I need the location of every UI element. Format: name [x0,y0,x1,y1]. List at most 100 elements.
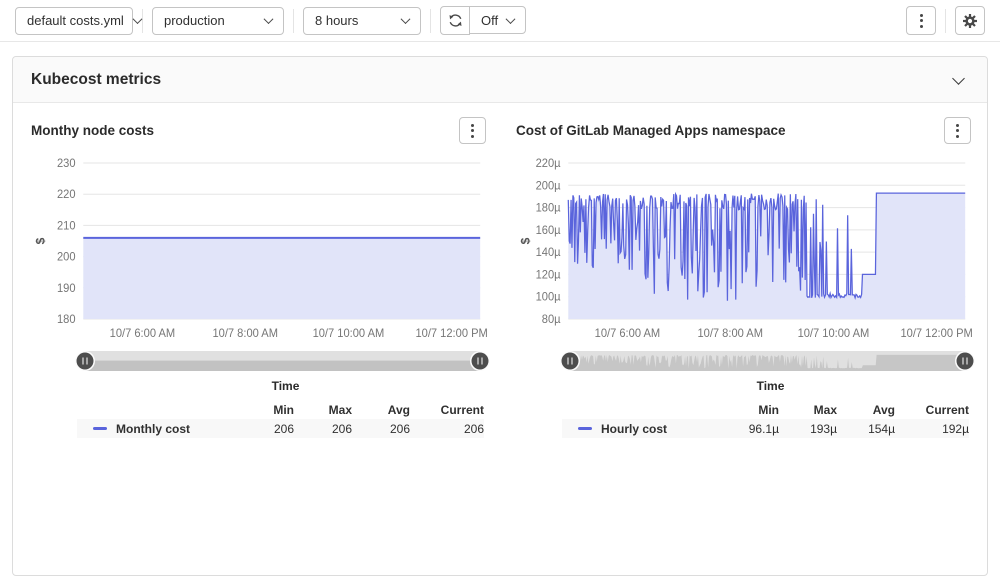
slider-handle-right[interactable] [472,353,489,370]
x-tick-label: 10/7 12:00 PM [415,328,487,340]
x-tick-label: 10/7 10:00 AM [313,328,385,340]
y-tick-label: 200 [57,251,76,263]
series-avg: 206 [352,422,410,436]
legend-header-avg: Avg [352,403,410,417]
chart-more-actions-button[interactable] [459,117,486,144]
refresh-button[interactable] [440,6,470,35]
x-tick-label: 10/7 12:00 PM [900,328,972,340]
y-tick-label: 220 [57,189,76,201]
collapse-chevron-icon[interactable] [952,72,965,85]
series-label: Monthly cost [116,422,190,436]
slider-handle-right[interactable] [957,353,974,370]
toolbar-divider [945,9,946,33]
y-tick-label: 180 [57,314,76,326]
environment-select[interactable]: production [152,7,284,35]
time-range-slider[interactable] [85,351,480,371]
more-actions-button[interactable] [906,6,936,35]
kebab-menu-icon [471,124,474,138]
chevron-down-icon [264,14,274,24]
panel-header[interactable]: Kubecost metrics [13,57,987,103]
chart-card-managed-apps-cost: Cost of GitLab Managed Apps namespace 22… [500,111,985,438]
y-tick-label: 190 [57,283,76,295]
legend-header-current: Current [410,403,484,417]
slider-selection[interactable] [570,351,965,371]
series-avg: 154µ [837,422,895,436]
panel-title: Kubecost metrics [31,71,161,89]
slider-handle-left[interactable] [77,353,94,370]
y-tick-label: 210 [57,220,76,232]
series-color-marker [93,427,107,430]
y-tick-label: 220µ [536,158,561,170]
refresh-interval-select[interactable]: Off [469,6,526,34]
y-axis-title: $ [34,237,48,244]
series-min: 96.1µ [721,422,779,436]
chart-title: Monthy node costs [31,117,154,138]
dashboard-toolbar: default costs.yml production 8 hours Off [0,0,1000,42]
legend-header-max: Max [294,403,352,417]
chart-header: Cost of GitLab Managed Apps namespace [516,117,971,153]
x-tick-label: 10/7 6:00 AM [110,328,175,340]
y-tick-label: 200µ [536,180,561,192]
legend-header-row: Min Max Avg Current [562,400,969,419]
y-tick-label: 180µ [536,202,561,214]
x-tick-label: 10/7 6:00 AM [595,328,660,340]
legend-header-current: Current [895,403,969,417]
y-tick-label: 100µ [536,292,561,304]
chart-card-monthly-node-costs: Monthy node costs 230 220 210 200 190 180 $10/… [15,111,500,438]
dashboard-file-select[interactable]: default costs.yml [15,7,133,35]
legend-header-avg: Avg [837,403,895,417]
chevron-down-icon [506,14,516,24]
chevron-down-icon [401,14,411,24]
managed-apps-cost-chart: 220µ 200µ 180µ 160µ 140µ 120µ 100µ 80µ $10/7 6:0… [516,153,971,349]
time-range-select-value: 8 hours [315,13,358,28]
y-tick-label: 230 [57,158,76,170]
dashboard-file-select-value: default costs.yml [27,13,124,28]
x-axis-title: Time [570,379,971,393]
series-max: 193µ [779,422,837,436]
kubecost-metrics-panel: Kubecost metrics Monthy node costs 230 22… [12,56,988,576]
series-label: Hourly cost [601,422,667,436]
series-area [83,238,480,319]
settings-button[interactable] [955,6,985,35]
y-tick-label: 80µ [542,314,561,326]
chart-legend: Min Max Avg Current Monthly cost 206 206… [77,400,484,438]
x-tick-label: 10/7 8:00 AM [212,328,277,340]
slider-handle-left[interactable] [562,353,579,370]
x-tick-label: 10/7 8:00 AM [697,328,762,340]
chart-title: Cost of GitLab Managed Apps namespace [516,117,786,138]
y-axis-title: $ [519,237,533,244]
series-min: 206 [236,422,294,436]
time-range-slider[interactable] [570,351,965,371]
refresh-icon [448,13,463,28]
series-current: 206 [410,422,484,436]
y-tick-label: 120µ [536,269,561,281]
environment-select-value: production [164,13,225,28]
y-tick-label: 140µ [536,247,561,259]
chevron-down-icon [132,14,142,24]
chart-more-actions-button[interactable] [944,117,971,144]
series-color-marker [578,427,592,430]
series-max: 206 [294,422,352,436]
toolbar-divider [293,9,294,33]
kebab-menu-icon [920,14,923,28]
toolbar-divider [430,9,431,33]
refresh-interval-value: Off [481,13,498,28]
legend-header-min: Min [721,403,779,417]
chart-legend: Min Max Avg Current Hourly cost 96.1µ 19… [562,400,969,438]
toolbar-divider [142,9,143,33]
monthly-node-costs-chart: 230 220 210 200 190 180 $10/7 6:00 AM 10/7 8:00… [31,153,486,349]
legend-header-max: Max [779,403,837,417]
legend-header-row: Min Max Avg Current [77,400,484,419]
gear-icon [962,13,978,29]
slider-selection[interactable] [85,351,480,371]
kebab-menu-icon [956,124,959,138]
charts-row: Monthy node costs 230 220 210 200 190 180 $10/… [13,103,987,438]
y-tick-label: 160µ [536,225,561,237]
chart-header: Monthy node costs [31,117,486,153]
legend-series-row[interactable]: Hourly cost 96.1µ 193µ 154µ 192µ [562,419,969,438]
x-axis-title: Time [85,379,486,393]
x-tick-label: 10/7 10:00 AM [798,328,870,340]
legend-header-min: Min [236,403,294,417]
legend-series-row[interactable]: Monthly cost 206 206 206 206 [77,419,484,438]
time-range-select[interactable]: 8 hours [303,7,421,35]
